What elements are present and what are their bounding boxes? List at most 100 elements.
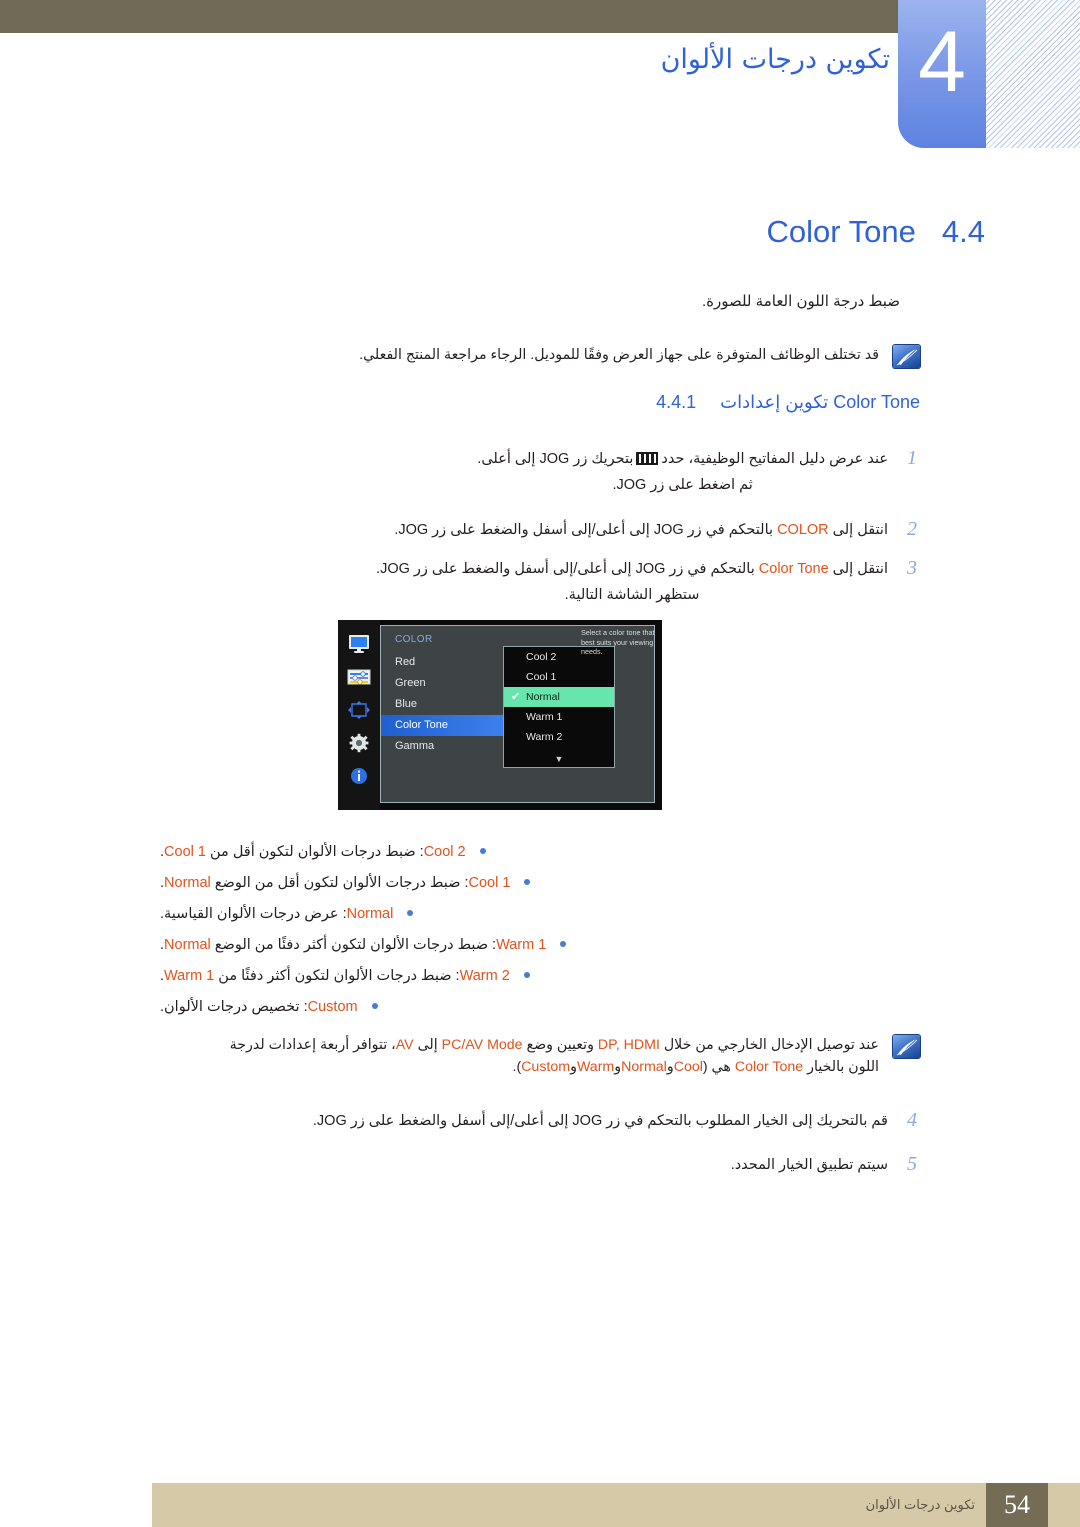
section-heading: Color Tone 4.4: [767, 214, 985, 250]
step-2: 2 انتقل إلى COLOR بالتحكم في زر JOG إلى …: [394, 517, 920, 543]
bullet-dot-icon: [407, 910, 414, 916]
bullet-text-5: Custom: تخصيص درجات الألوان.: [160, 995, 358, 1019]
osd-option-normal[interactable]: ✔ Normal: [504, 687, 614, 707]
step-3-number: 3: [907, 557, 917, 579]
bullet-term2-3: Normal: [164, 937, 211, 953]
header-hatch-pattern: [985, 0, 1080, 148]
bullet-term2-0: Cool 1: [164, 844, 206, 860]
step-3-text-b: بالتحكم في زر JOG إلى أعلى/إلى أسفل والض…: [376, 561, 755, 577]
list-item: Custom: تخصيص درجات الألوان.: [160, 995, 378, 1026]
samsung-note-icon: [893, 1035, 920, 1058]
osd-category-label: COLOR: [395, 634, 433, 645]
osd-help-text: Select a color tone that best suits your…: [581, 628, 655, 657]
subsection-heading: 4.4.1 Color Tone تكوين إعدادات: [656, 392, 920, 413]
jog-key-guide-icon: [636, 452, 659, 465]
note-2-term-normal: Normal: [621, 1059, 667, 1075]
note-2-term-dp-hdmi: DP, HDMI: [597, 1037, 660, 1053]
osd-option-normal-label: Normal: [526, 691, 560, 703]
osd-icon-rail: [338, 620, 380, 810]
bullet-body-2: : عرض درجات الألوان القياسية.: [160, 906, 347, 922]
bullet-text-4: Warm 2: ضبط درجات الألوان لتكون أكثر دفئ…: [160, 964, 510, 988]
bullet-dot-icon: [560, 941, 567, 947]
footer-chapter-text: تكوين درجات الألوان: [865, 1497, 975, 1512]
bullet-dot-icon: [479, 848, 486, 854]
osd-option-warm-2[interactable]: Warm 2: [504, 727, 614, 747]
step-3-term: Color Tone: [758, 561, 829, 577]
bullet-text-2: Normal: عرض درجات الألوان القياسية.: [160, 902, 393, 926]
bullet-term-3: Warm 1: [496, 937, 547, 953]
step-1: 1 عند عرض دليل المفاتيح الوظيفية، حدد بتح…: [477, 446, 920, 498]
bullet-term-5: Custom: [307, 999, 358, 1015]
step-2-text-b: بالتحكم في زر JOG إلى أعلى/إلى أسفل والض…: [394, 522, 774, 538]
osd-screenshot: COLOR Red Green Blue Color Tone Gamma Co…: [338, 620, 662, 810]
monitor-icon[interactable]: [346, 634, 372, 654]
step-2-text-a: انتقل إلى: [832, 522, 888, 538]
note-2-l1a: عند توصيل الإدخال الخارجي من خلال: [663, 1037, 879, 1053]
osd-menu-item-gamma[interactable]: Gamma: [381, 736, 511, 757]
step-5-text: سيتم تطبيق الخيار المحدد.: [730, 1157, 888, 1173]
note-2-l2f: ).: [512, 1059, 522, 1075]
note-2-term-pcav: PC/AV Mode: [441, 1037, 523, 1053]
chapter-title: تكوين درجات الألوان: [660, 44, 890, 75]
chevron-down-icon[interactable]: ▼: [504, 755, 614, 764]
info-icon[interactable]: [346, 766, 372, 786]
step-1-text-a: عند عرض دليل المفاتيح الوظيفية، حدد: [661, 451, 888, 467]
note-2-term-warm: Warm: [576, 1059, 615, 1075]
note-1-text: قد تختلف الوظائف المتوفرة على جهاز العرض…: [359, 347, 879, 363]
gear-icon[interactable]: [346, 733, 372, 753]
bullet-term2-1: Normal: [164, 875, 211, 891]
step-4-number: 4: [907, 1109, 917, 1131]
note-2-text: عند توصيل الإدخال الخارجي من خلال DP, HD…: [230, 1034, 879, 1078]
note-2-l1d: ، تتوافر أربعة إعدادات لدرجة: [229, 1037, 396, 1053]
subsection-title-prefix: تكوين إعدادات: [720, 392, 829, 412]
subsection-number: 4.4.1: [656, 392, 697, 412]
section-number: 4.4: [941, 214, 985, 249]
osd-menu-item-red[interactable]: Red: [381, 652, 511, 673]
subsection-title: Color Tone تكوين إعدادات: [720, 392, 920, 413]
bullet-text-1: Cool 1: ضبط درجات الألوان لتكون أقل من ا…: [160, 871, 510, 895]
osd-menu-item-color-tone[interactable]: Color Tone: [381, 715, 511, 736]
section-lead-text: ضبط درجة اللون العامة للصورة.: [701, 293, 900, 310]
step-1-line-2: ثم اضغط على زر JOG.: [612, 477, 753, 493]
sliders-icon[interactable]: [346, 667, 372, 687]
bullet-dot-icon: [523, 972, 530, 978]
note-2-term-color-tone: Color Tone: [734, 1059, 804, 1075]
list-item: Warm 1: ضبط درجات الألوان لتكون أكثر دفئ…: [160, 933, 567, 964]
chapter-number-block: 4: [898, 0, 986, 148]
chapter-number: 4: [918, 14, 966, 110]
bullet-term-4: Warm 2: [459, 968, 510, 984]
bullet-term-2: Normal: [346, 906, 394, 922]
note-row-2: عند توصيل الإدخال الخارجي من خلال DP, HD…: [180, 1034, 920, 1078]
osd-menu-item-green[interactable]: Green: [381, 673, 511, 694]
bullet-term-0: Cool 2: [423, 844, 466, 860]
osd-menu-item-blue[interactable]: Blue: [381, 694, 511, 715]
bullet-text-0: Cool 2: ضبط درجات الألوان لتكون أقل من C…: [160, 840, 466, 864]
step-4-text: قم بالتحريك إلى الخيار المطلوب بالتحكم ف…: [312, 1113, 888, 1129]
subsection-title-term: Color Tone: [833, 392, 920, 412]
bullet-text-3: Warm 1: ضبط درجات الألوان لتكون أكثر دفئ…: [160, 933, 546, 957]
samsung-note-icon: [893, 345, 920, 368]
list-item: Cool 1: ضبط درجات الألوان لتكون أقل من ا…: [160, 871, 531, 902]
step-2-term: COLOR: [777, 522, 829, 538]
step-1-number: 1: [907, 447, 917, 469]
bullet-term-1: Cool 1: [468, 875, 511, 891]
note-2-l2e: و: [570, 1059, 577, 1075]
page-footer: تكوين درجات الألوان 54: [0, 1483, 1080, 1527]
note-2-l2a: اللون بالخيار: [807, 1059, 879, 1075]
list-item: Warm 2: ضبط درجات الألوان لتكون أكثر دفئ…: [160, 964, 530, 995]
page-number: 54: [986, 1483, 1048, 1527]
move-arrows-icon[interactable]: [346, 700, 372, 720]
step-4: 4 قم بالتحريك إلى الخيار المطلوب بالتحكم…: [313, 1108, 920, 1134]
note-2-l2b: هي (: [702, 1059, 731, 1075]
bullet-dot-icon: [371, 1003, 378, 1009]
step-2-text: انتقل إلى COLOR بالتحكم في زر JOG إلى أع…: [394, 517, 888, 543]
osd-option-cool-1[interactable]: Cool 1: [504, 667, 614, 687]
page-header: 4 تكوين درجات الألوان: [0, 0, 1080, 175]
header-olive-bar: [0, 0, 915, 33]
bullet-term2-4: Warm 1: [164, 968, 215, 984]
osd-option-warm-1[interactable]: Warm 1: [504, 707, 614, 727]
check-icon: ✔: [511, 691, 521, 703]
step-3: 3 انتقل إلى Color Tone بالتحكم في زر JOG…: [376, 556, 920, 608]
bullet-body-0: : ضبط درجات الألوان لتكون أقل من: [209, 844, 424, 860]
list-item: Normal: عرض درجات الألوان القياسية.: [160, 902, 414, 933]
